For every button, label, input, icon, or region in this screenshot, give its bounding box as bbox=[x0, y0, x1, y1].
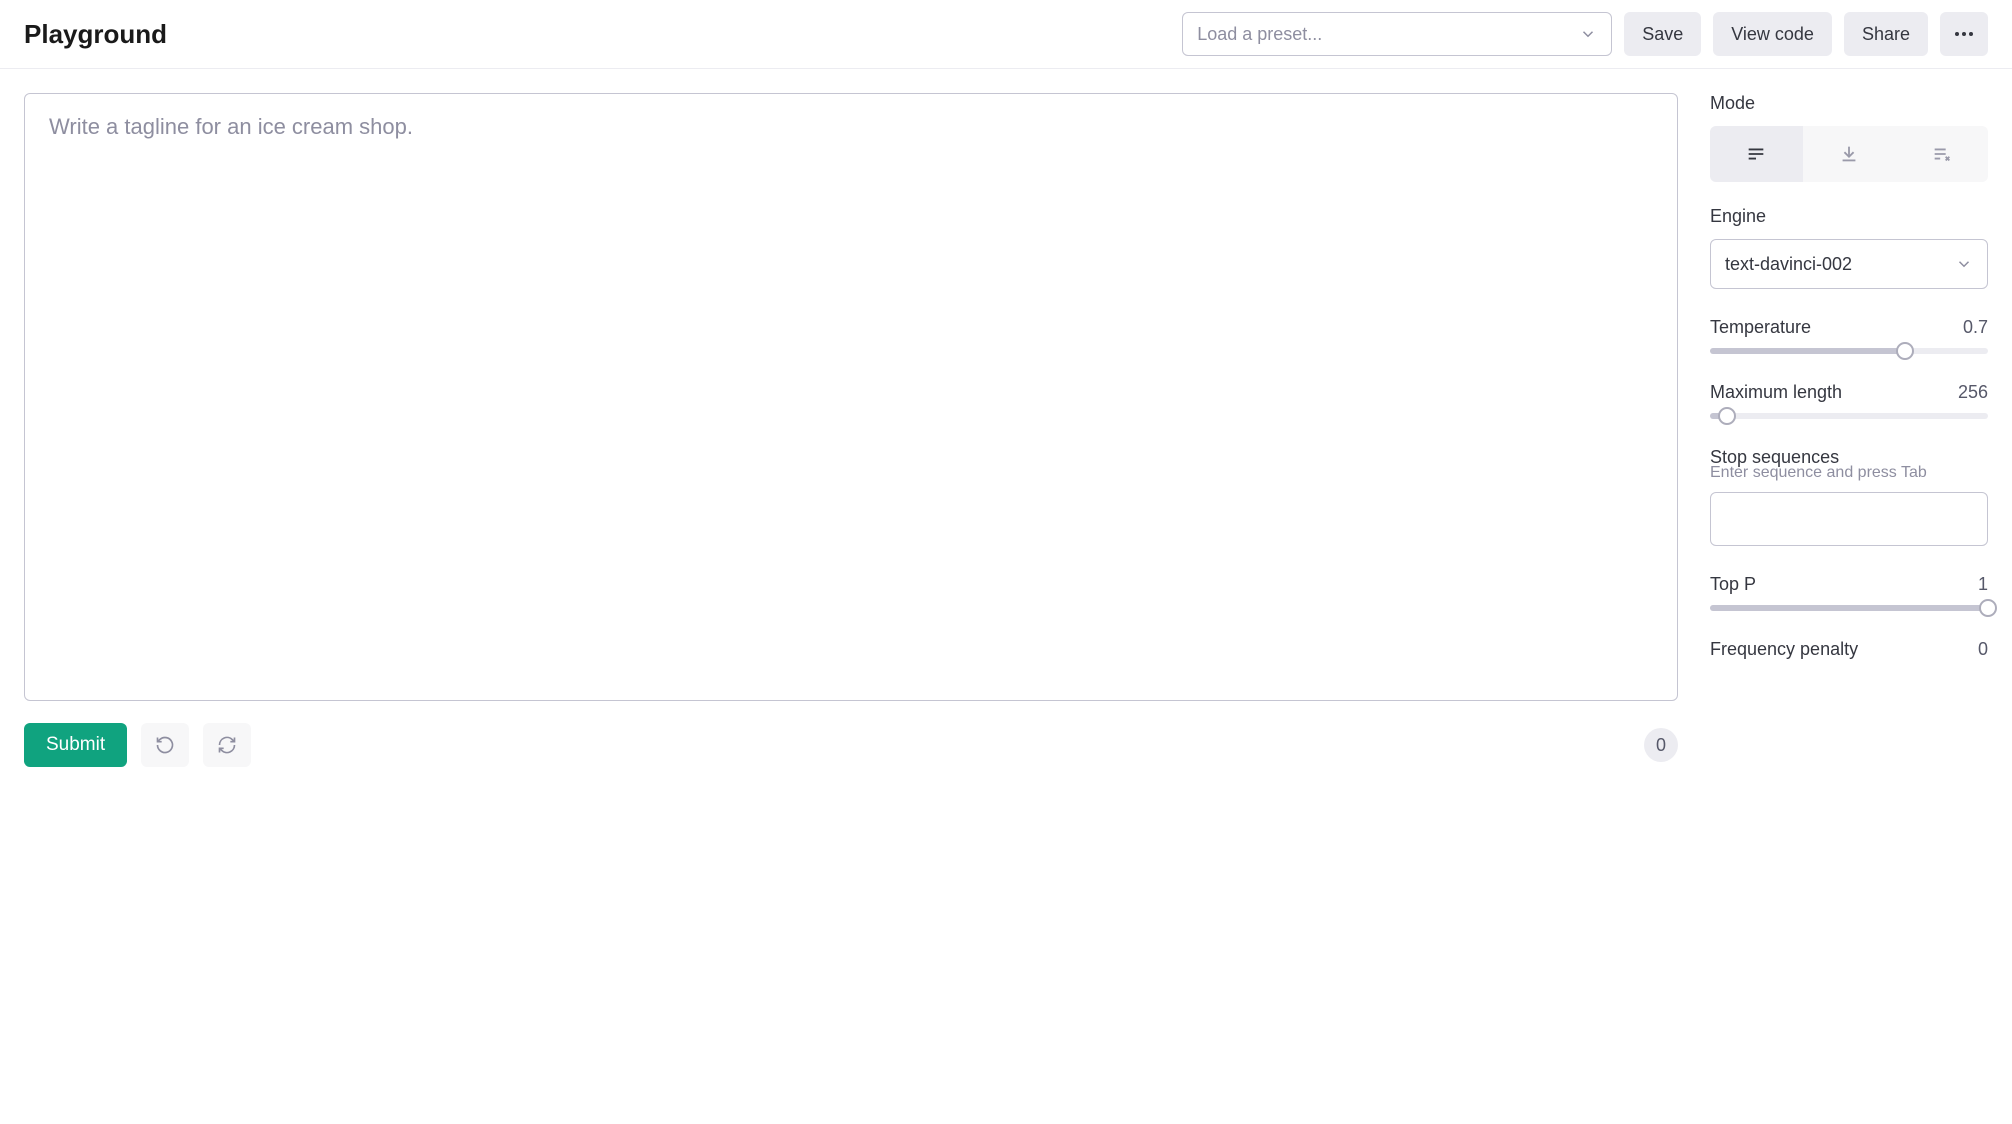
engine-select[interactable]: text-davinci-002 bbox=[1710, 239, 1988, 289]
max-length-thumb[interactable] bbox=[1718, 407, 1736, 425]
max-length-value: 256 bbox=[1958, 382, 1988, 403]
mode-label: Mode bbox=[1710, 93, 1988, 114]
temperature-label: Temperature bbox=[1710, 317, 1811, 338]
chevron-down-icon bbox=[1579, 25, 1597, 43]
editor-actions: Submit 0 bbox=[24, 723, 1678, 767]
top-p-thumb[interactable] bbox=[1979, 599, 1997, 617]
top-p-slider[interactable] bbox=[1710, 605, 1988, 611]
mode-complete-button[interactable] bbox=[1710, 126, 1803, 182]
top-p-fill bbox=[1710, 605, 1988, 611]
freq-penalty-value: 0 bbox=[1978, 639, 1988, 660]
freq-penalty-row: Frequency penalty 0 bbox=[1710, 639, 1988, 660]
chevron-down-icon bbox=[1955, 255, 1973, 273]
mode-insert-icon bbox=[1838, 143, 1860, 165]
prompt-placeholder: Write a tagline for an ice cream shop. bbox=[49, 114, 413, 139]
freq-penalty-label: Frequency penalty bbox=[1710, 639, 1858, 660]
submit-button[interactable]: Submit bbox=[24, 723, 127, 767]
token-count: 0 bbox=[1644, 728, 1678, 762]
top-p-label: Top P bbox=[1710, 574, 1756, 595]
topbar: Playground Load a preset... Save View co… bbox=[0, 0, 2012, 69]
editor-column: Write a tagline for an ice cream shop. S… bbox=[24, 93, 1678, 767]
view-code-button[interactable]: View code bbox=[1713, 12, 1832, 56]
temperature-fill bbox=[1710, 348, 1905, 354]
temperature-thumb[interactable] bbox=[1896, 342, 1914, 360]
save-button[interactable]: Save bbox=[1624, 12, 1701, 56]
temperature-row: Temperature 0.7 bbox=[1710, 317, 1988, 338]
more-icon bbox=[1955, 32, 1973, 36]
page-title: Playground bbox=[24, 19, 167, 50]
stop-input[interactable] bbox=[1710, 492, 1988, 546]
engine-label: Engine bbox=[1710, 206, 1988, 227]
prompt-editor[interactable]: Write a tagline for an ice cream shop. bbox=[24, 93, 1678, 701]
regenerate-button[interactable] bbox=[203, 723, 251, 767]
sidebar: Mode Engine text-davinci-002 Temperature… bbox=[1710, 93, 1988, 670]
mode-edit-icon bbox=[1931, 143, 1953, 165]
top-p-row: Top P 1 bbox=[1710, 574, 1988, 595]
undo-button[interactable] bbox=[141, 723, 189, 767]
undo-icon bbox=[155, 735, 175, 755]
max-length-row: Maximum length 256 bbox=[1710, 382, 1988, 403]
mode-insert-button[interactable] bbox=[1803, 126, 1896, 182]
temperature-value: 0.7 bbox=[1963, 317, 1988, 338]
mode-group bbox=[1710, 126, 1988, 182]
stop-helper: Enter sequence and press Tab bbox=[1710, 464, 1988, 482]
mode-edit-button[interactable] bbox=[1895, 126, 1988, 182]
mode-complete-icon bbox=[1745, 143, 1767, 165]
max-length-label: Maximum length bbox=[1710, 382, 1842, 403]
share-button[interactable]: Share bbox=[1844, 12, 1928, 56]
top-p-value: 1 bbox=[1978, 574, 1988, 595]
preset-select[interactable]: Load a preset... bbox=[1182, 12, 1612, 56]
more-button[interactable] bbox=[1940, 12, 1988, 56]
preset-placeholder: Load a preset... bbox=[1197, 24, 1322, 45]
refresh-icon bbox=[217, 735, 237, 755]
max-length-slider[interactable] bbox=[1710, 413, 1988, 419]
temperature-slider[interactable] bbox=[1710, 348, 1988, 354]
content: Write a tagline for an ice cream shop. S… bbox=[0, 69, 2012, 791]
engine-value: text-davinci-002 bbox=[1725, 254, 1852, 275]
